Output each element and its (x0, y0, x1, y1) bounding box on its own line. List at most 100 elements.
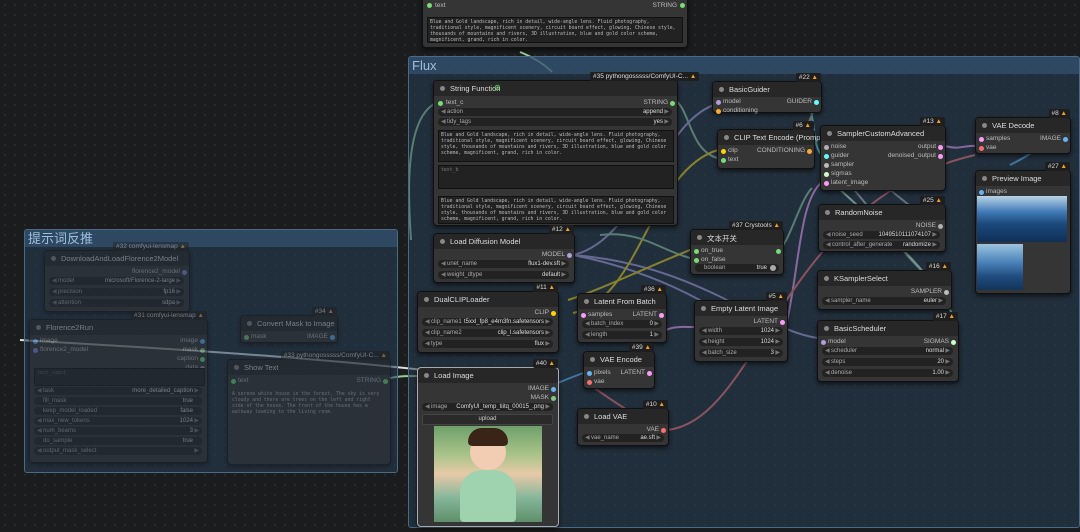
clip-text-encode-node[interactable]: CLIP Text Encode (Prompt) #6 ▲ clip text… (717, 121, 825, 169)
slot-samples: samples (588, 311, 613, 318)
slot-string: STRING (643, 99, 668, 106)
basic-scheduler-node[interactable]: BasicScheduler #17 ▲ model SIGMAS ◀ sched… (817, 312, 959, 382)
load-diffusion-model-node[interactable]: Load Diffusion Model #12 ▲ MODEL ◀ unet_n… (433, 225, 575, 283)
clip-type-select[interactable]: ◀ type flux ▶ (422, 340, 553, 348)
height-input[interactable]: ◀ height 1024 ▶ (699, 338, 783, 346)
warning-icon: ▲ (1058, 110, 1067, 117)
clip-name1-select[interactable]: ◀ clip_name1 t5xxl_fp8_e4m3fn.safetensors ▶ (422, 318, 553, 326)
boolean-toggle[interactable]: boolean true (695, 264, 779, 272)
slot-text-c: text_c (446, 99, 464, 106)
empty-latent-image-node[interactable]: Empty Latent Image #5 ▲ LATENT ◀ width 102… (694, 292, 788, 362)
top-text-box[interactable]: Blue and Gold landscape, rich in detail,… (427, 17, 683, 43)
florence2run-node[interactable]: Florence2Run #31 comfyui-lensmap ▲ image… (29, 311, 208, 463)
preview-image-node[interactable]: Preview Image #27 ▲ images (975, 162, 1071, 294)
slot-clip-out: CLIP (534, 309, 549, 316)
denoise-input[interactable]: ◀ denoise 1.00 ▶ (822, 369, 953, 377)
image-file-select[interactable]: ◀ image ComfyUI_temp_tiitq_00015_.png ▶ (422, 403, 553, 411)
warning-icon: ▲ (546, 360, 555, 367)
noise-seed-input[interactable]: ◀ noise_seed 1049510111074107 ▶ (823, 231, 940, 239)
attention-select[interactable]: ◀ attention sdpa ▶ (49, 299, 184, 307)
show-text-box[interactable]: A serene white house in the forest. The … (230, 390, 386, 460)
text-a-box[interactable]: Blue and Gold landscape, rich in detail,… (438, 130, 674, 162)
slot-mask: mask (251, 333, 267, 340)
node-badge: #13 ▲ (919, 117, 945, 126)
width-input[interactable]: ◀ width 1024 ▶ (699, 327, 783, 335)
warning-icon: ▲ (1058, 163, 1067, 170)
vae-encode-node[interactable]: VAE Encode #39 ▲ pixels vae LATENT (583, 343, 655, 389)
control-after-generate-select[interactable]: ◀ control_after_generate randomize ▶ (823, 241, 940, 249)
convert-mask-node[interactable]: Convert Mask to Image #34 ▲ mask IMAGE (240, 307, 338, 343)
vae-name-select[interactable]: ◀ vae_name ae.sft ▶ (582, 434, 664, 442)
scheduler-select[interactable]: ◀ scheduler normal ▶ (822, 347, 953, 355)
string-function-node[interactable]: String Function ⊛ #35 pythongosssss/Comfy… (433, 72, 700, 226)
num-beams-input[interactable]: ◀ num_beams 3 ▶ (34, 427, 202, 435)
warning-icon: ▲ (939, 263, 948, 270)
slot-florence2-model: florence2_model (40, 346, 89, 353)
node-badge: #34 ▲ (311, 307, 337, 316)
dual-clip-loader-node[interactable]: DualCLIPLoader #11 ▲ CLIP ◀ clip_name1 t5x… (417, 283, 559, 353)
action-select[interactable]: ◀ action append ▶ (438, 108, 672, 116)
node-title: VAE Decode (992, 121, 1035, 130)
node-title: DownloadAndLoadFlorence2Model (61, 254, 179, 263)
precision-select[interactable]: ◀ precision fp16 ▶ (49, 288, 184, 296)
clip-name2-select[interactable]: ◀ clip_name2 clip_l.safetensors ▶ (422, 329, 553, 337)
output-mask-select[interactable]: ◀ output_mask_select ▶ (34, 447, 202, 455)
fill-mask-toggle[interactable]: fill_mask true (34, 397, 202, 405)
do-sample-toggle[interactable]: do_sample true (34, 437, 202, 445)
sampler-name-select[interactable]: ◀ sampler_name euler ▶ (822, 297, 946, 305)
slot-string-out: STRING (356, 377, 381, 384)
random-noise-node[interactable]: RandomNoise #25 ▲ NOISE ◀ noise_seed 10495… (818, 196, 946, 252)
text-b-box[interactable]: text_b (438, 165, 674, 189)
max-new-tokens-input[interactable]: ◀ max_new_tokens 1024 ▶ (34, 417, 202, 425)
loaded-image-preview[interactable] (434, 426, 542, 522)
steps-input[interactable]: ◀ steps 20 ▶ (822, 358, 953, 366)
node-badge: #25 ▲ (919, 196, 945, 205)
node-badge: #12 ▲ (548, 225, 574, 234)
node-title: Preview Image (992, 174, 1042, 183)
preview-thumbnail-2[interactable] (977, 244, 1023, 290)
slot-samples: samples (986, 135, 1011, 142)
batch-index-input[interactable]: ◀ batch_index 0 ▶ (582, 320, 662, 328)
slot-clip: clip (728, 147, 738, 154)
tidy-tags-select[interactable]: ◀ tidy_tags yes ▶ (438, 118, 672, 126)
task-select[interactable]: ◀ task more_detailed_caption ▶ (34, 387, 202, 395)
crystools-switch-node[interactable]: 文本开关 #37 Crystools ▲ on_true on_false bo… (690, 221, 784, 275)
slot-latent-out: LATENT (620, 369, 645, 376)
slot-sigmas: sigmas (831, 170, 852, 177)
show-text-node[interactable]: Show Text #33 pythongosssss/ComfyUI-C...… (227, 351, 391, 465)
florence-download-node[interactable]: DownloadAndLoadFlorence2Model #32 comfyu… (44, 242, 190, 312)
slot-image-out: image (180, 337, 198, 344)
weight-dtype-select[interactable]: ◀ weight_dtype default ▶ (438, 271, 569, 279)
warning-icon: ▲ (656, 401, 665, 408)
text-c-box[interactable]: Blue and Gold landscape, rich in detail,… (438, 196, 674, 224)
slot-model: model (828, 338, 846, 345)
length-input[interactable]: ◀ length 1 ▶ (582, 331, 662, 339)
basic-guider-node[interactable]: BasicGuider #22 ▲ model conditioning GUI… (712, 73, 822, 114)
sampler-custom-advanced-node[interactable]: SamplerCustomAdvanced #13 ▲ noise guider… (820, 117, 946, 191)
slot-latent-out: LATENT (632, 311, 657, 318)
preview-thumbnail-1[interactable] (977, 196, 1067, 242)
load-image-node[interactable]: Load Image #40 ▲ IMAGE MASK ◀ image ComfyU… (417, 359, 559, 527)
keep-model-loaded-toggle[interactable]: keep_model_loaded false (34, 407, 202, 415)
node-title: Convert Mask to Image (257, 319, 335, 328)
latent-from-batch-node[interactable]: Latent From Batch #36 ▲ samples LATENT ◀… (577, 285, 667, 343)
text-input-box[interactable]: text_input (34, 368, 205, 386)
ksampler-select-node[interactable]: KSamplerSelect #16 ▲ SAMPLER ◀ sampler_na… (817, 262, 952, 310)
node-badge: #32 comfyui-lensmap ▲ (112, 242, 189, 251)
node-badge: #31 comfyui-lensmap ▲ (130, 311, 207, 320)
batch-size-input[interactable]: ◀ batch_size 3 ▶ (699, 349, 783, 357)
slot-sampler: sampler (831, 161, 855, 168)
node-title: 文本开关 (707, 234, 737, 243)
vae-decode-node[interactable]: VAE Decode #8 ▲ samples vae IMAGE (975, 109, 1071, 154)
node-title: BasicGuider (729, 85, 770, 94)
upload-button[interactable]: upload (422, 414, 553, 425)
unet-name-select[interactable]: ◀ unet_name flux1-dev.sft ▶ (438, 260, 569, 268)
node-badge: #22 ▲ (795, 73, 821, 82)
node-title: Load Diffusion Model (450, 237, 521, 246)
model-select[interactable]: ◀ model microsoft/Florence-2-large ▶ (49, 277, 184, 285)
node-title: Load VAE (594, 412, 628, 421)
slot-noise: noise (831, 143, 847, 150)
top-text-node[interactable]: text STRING Blue and Gold landscape, ric… (422, 0, 688, 48)
load-vae-node[interactable]: Load VAE #10 ▲ VAE ◀ vae_name ae.sft ▶ (577, 400, 669, 446)
node-title: SamplerCustomAdvanced (837, 129, 925, 138)
